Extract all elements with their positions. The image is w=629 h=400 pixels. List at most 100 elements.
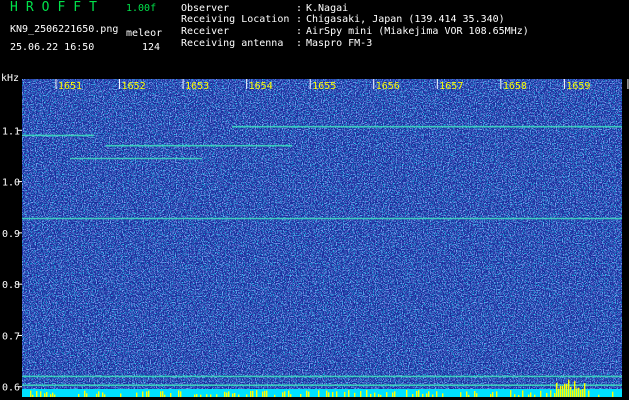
bottom-bar (582, 388, 584, 397)
bottom-bar (474, 391, 476, 397)
bottom-bar (86, 393, 88, 397)
bottom-bar (562, 386, 564, 397)
bottom-bar (266, 390, 268, 397)
bottom-bar (170, 393, 172, 397)
bottom-bar (418, 390, 420, 397)
bottom-bar (102, 392, 104, 397)
bottom-bar (530, 392, 532, 397)
bottom-bar (436, 391, 438, 397)
bottom-bar (560, 385, 562, 397)
bottom-bar (252, 390, 254, 397)
bottom-bar (518, 394, 520, 397)
bottom-bar (422, 393, 424, 397)
bottom-bar (234, 392, 236, 397)
bottom-bar (256, 390, 258, 397)
bottom-bar (490, 394, 492, 397)
bottom-bar (466, 391, 468, 397)
bottom-bar (206, 394, 208, 397)
y-tick-label: 1.1 (2, 126, 20, 137)
bottom-bar (54, 394, 56, 397)
bottom-bar (580, 389, 582, 397)
bottom-bar (36, 391, 38, 397)
bottom-bar (576, 388, 578, 397)
bottom-bar (264, 390, 266, 397)
bottom-bar (84, 390, 86, 397)
bottom-bar (392, 392, 394, 397)
bottom-bar (336, 391, 338, 397)
bottom-bar (558, 388, 560, 397)
bottom-bar (492, 392, 494, 397)
bottom-bar (468, 394, 470, 397)
y-tick-label: 0.9 (2, 229, 20, 240)
bottom-bar (216, 394, 218, 397)
bottom-bar (556, 382, 558, 397)
bottom-bar (78, 393, 80, 397)
bottom-bar (290, 394, 292, 397)
bottom-bar (162, 391, 164, 397)
bottom-bar (540, 390, 542, 397)
bottom-bar (442, 393, 444, 397)
bottom-bar (282, 392, 284, 397)
bottom-bar (460, 392, 462, 397)
bottom-bar (570, 386, 572, 397)
bottom-bar (180, 391, 182, 397)
bottom-bar (360, 391, 362, 397)
bottom-bar (120, 393, 122, 397)
bottom-bar (148, 390, 150, 397)
bottom-bar (224, 391, 226, 397)
bottom-bar (226, 392, 228, 397)
bottom-bar (386, 392, 388, 397)
bottom-bar (332, 392, 334, 397)
bottom-cyan-band (22, 389, 622, 397)
bottom-bar (344, 391, 346, 397)
bottom-bar (366, 390, 368, 397)
bottom-bar (318, 390, 320, 397)
bottom-bar (160, 391, 162, 397)
x-tick-label: 1651 (58, 81, 82, 92)
bottom-bar (44, 393, 46, 397)
bottom-bar (432, 394, 434, 397)
bottom-bar (380, 394, 382, 397)
bottom-bar (46, 391, 48, 397)
bottom-bar (196, 394, 198, 397)
bottom-bar (104, 394, 106, 397)
bottom-bar (228, 391, 230, 397)
bottom-bar (612, 391, 614, 397)
y-tick-label: 0.7 (2, 331, 20, 342)
bottom-bar (288, 390, 290, 397)
bottom-bar (40, 391, 42, 397)
bottom-bar (574, 381, 576, 397)
bottom-bar (238, 394, 240, 397)
x-tick-label: 1655 (312, 81, 336, 92)
x-tick-label: 1657 (439, 81, 463, 92)
y-tick-label: 1.0 (2, 178, 20, 189)
bottom-bar (32, 394, 34, 397)
x-tick-label: 1656 (376, 81, 400, 92)
bottom-bar (142, 391, 144, 397)
bottom-bar (514, 394, 516, 397)
bottom-bar (568, 379, 570, 397)
bottom-bar (200, 394, 202, 397)
bottom-bar (308, 391, 310, 397)
bottom-bar (262, 391, 264, 397)
y-tick-label: 0.6 (2, 383, 20, 394)
bottom-bar (598, 394, 600, 397)
bottom-bar (210, 394, 212, 397)
bottom-bar (550, 390, 552, 397)
bottom-bar (52, 392, 54, 397)
bottom-bar (412, 394, 414, 397)
bottom-bar (50, 394, 52, 397)
bottom-bar (578, 387, 580, 397)
bottom-bar (522, 390, 524, 397)
bottom-bar (378, 394, 380, 397)
bottom-bar (246, 394, 248, 397)
bottom-bar (510, 390, 512, 397)
bottom-bar (426, 393, 428, 397)
spectrogram-svg: kHz 1.1 1.0 0.9 0.8 0.7 0.6 1651 1652 1653 1654 165… (1, 73, 629, 397)
bottom-bar (354, 392, 356, 397)
bottom-bar (428, 391, 430, 397)
bottom-bar (98, 391, 100, 397)
spectrogram: kHz 1.1 1.0 0.9 0.8 0.7 0.6 1651 1652 1653 1654 165… (0, 0, 629, 400)
bottom-bar (572, 390, 574, 397)
bottom-bar (348, 390, 350, 397)
